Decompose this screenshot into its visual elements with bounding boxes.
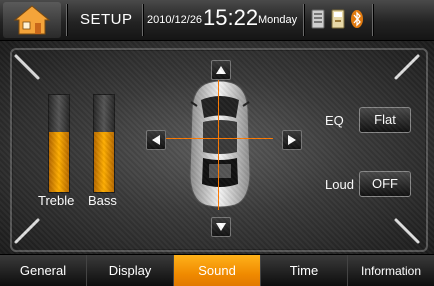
arrow-left-icon [152, 135, 160, 145]
sd-card-icon [311, 9, 325, 29]
bass-level-fill [94, 131, 114, 192]
setup-screen: SETUP 2010/12/26 15:22 Monday Treble Bas… [0, 0, 434, 286]
weekday-text: Monday [258, 14, 298, 26]
car-balance-diagram [189, 80, 251, 208]
home-button[interactable] [3, 2, 61, 38]
arrow-down-icon [216, 223, 226, 231]
date-text: 2010/12/26 [147, 14, 203, 26]
balance-right-button[interactable] [282, 130, 302, 150]
balance-up-button[interactable] [211, 60, 231, 80]
corner-screw-icon [394, 54, 420, 80]
page-title: SETUP [80, 11, 133, 28]
balance-left-button[interactable] [146, 130, 166, 150]
corner-screw-icon [394, 218, 420, 244]
tab-sound[interactable]: Sound [174, 255, 261, 286]
clock-time: 15:22 [203, 5, 259, 30]
status-bar: SETUP 2010/12/26 15:22 Monday [0, 0, 434, 41]
home-icon [13, 5, 51, 35]
divider [142, 4, 143, 36]
balance-down-button[interactable] [211, 217, 231, 237]
eq-label: EQ [325, 113, 344, 128]
treble-level-fill [49, 131, 69, 192]
sound-panel: Treble Bass EQ Flat Loud OFF [0, 41, 434, 254]
divider [303, 4, 304, 36]
corner-screw-icon [14, 218, 40, 244]
tab-general[interactable]: General [0, 255, 87, 286]
eq-button[interactable]: Flat [359, 107, 411, 133]
bluetooth-icon [351, 10, 363, 28]
corner-screw-icon [14, 54, 40, 80]
tab-time[interactable]: Time [261, 255, 348, 286]
bass-label: Bass [88, 193, 117, 208]
balance-crosshair-horizontal [165, 138, 273, 139]
tab-information[interactable]: Information [348, 255, 434, 286]
treble-slider[interactable] [48, 94, 70, 193]
loud-button[interactable]: OFF [359, 171, 411, 197]
balance-crosshair-vertical [218, 78, 219, 210]
loud-label: Loud [325, 177, 354, 192]
divider [372, 4, 373, 36]
usb-icon [331, 9, 345, 29]
tab-display[interactable]: Display [87, 255, 174, 286]
arrow-up-icon [216, 66, 226, 74]
arrow-right-icon [288, 135, 296, 145]
divider [66, 4, 67, 36]
bottom-tab-bar: General Display Sound Time Information [0, 254, 434, 286]
bass-slider[interactable] [93, 94, 115, 193]
treble-label: Treble [38, 193, 75, 208]
